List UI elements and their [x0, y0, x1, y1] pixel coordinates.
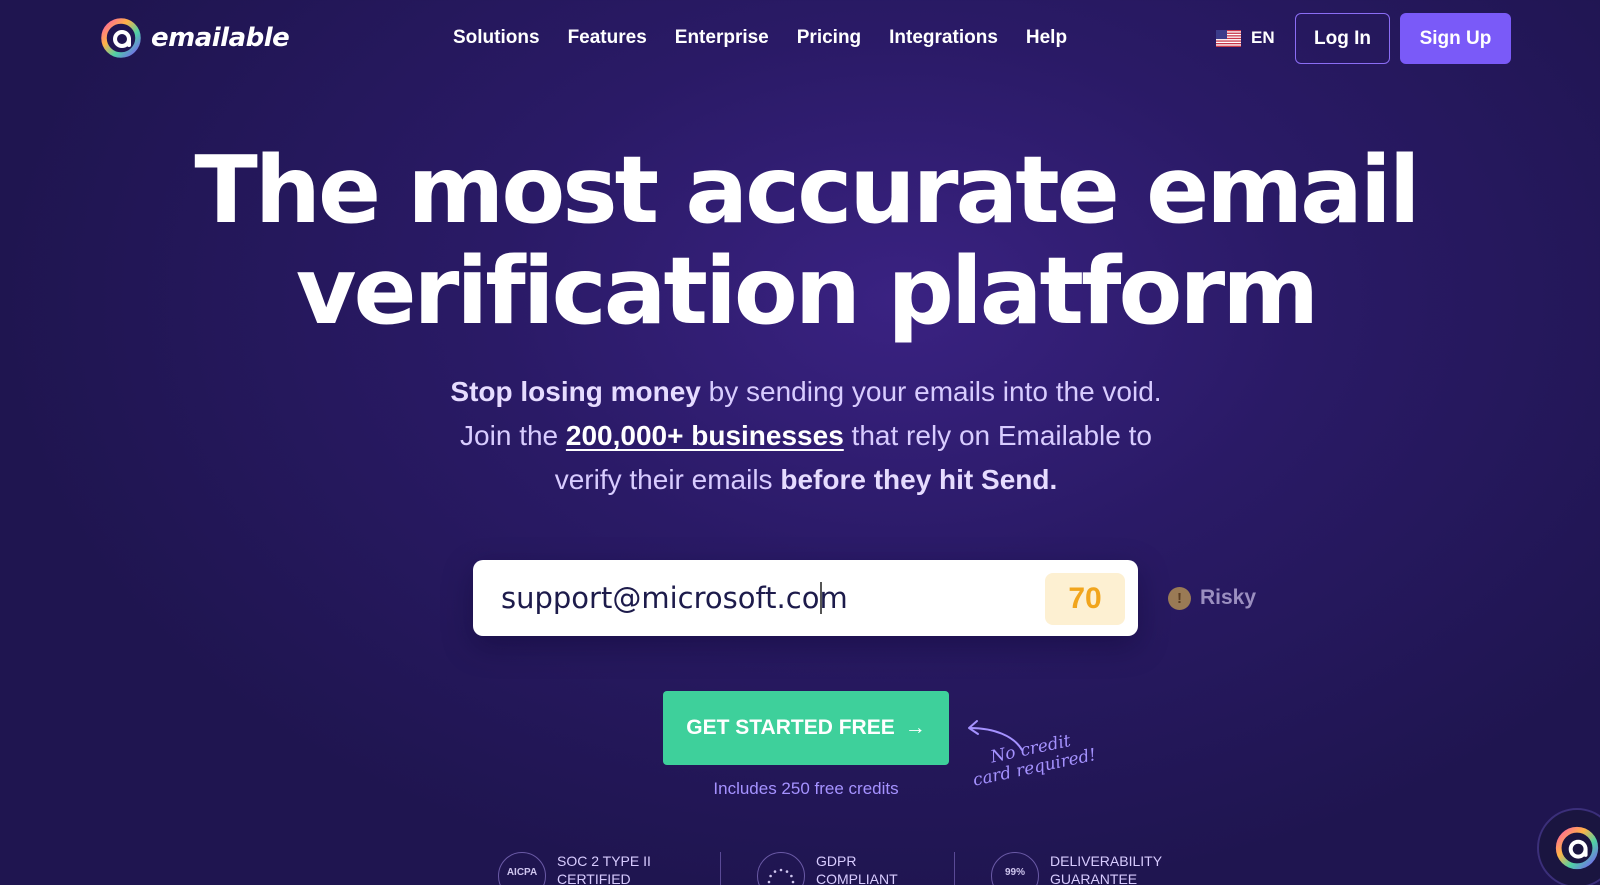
aicpa-icon: AICPA [498, 852, 546, 885]
brand-logo[interactable]: emailable [100, 17, 290, 59]
sub-emphasis-1: Stop losing money [450, 376, 701, 407]
businesses-link[interactable]: 200,000+ businesses [566, 420, 844, 451]
nav-integrations[interactable]: Integrations [889, 27, 998, 49]
eu-stars-graphic [767, 868, 795, 884]
warning-icon: ! [1168, 586, 1191, 610]
top-nav: emailable Solutions Features Enterprise … [0, 0, 1600, 78]
sub-emphasis-2: before they hit Send. [780, 464, 1058, 495]
badge-soc2: AICPA SOC 2 TYPE II CERTIFIED [498, 852, 720, 885]
email-input[interactable] [501, 578, 1001, 618]
badge-soc2-line2: CERTIFIED [557, 871, 631, 885]
badge-soc2-line1: SOC 2 TYPE II [557, 853, 651, 869]
free-credits-note: Includes 250 free credits [713, 779, 899, 798]
sub-text-4: verify their emails [554, 464, 781, 495]
sub-text-3: that rely on Emailable to [843, 420, 1152, 451]
verification-status: ! Risky [1168, 586, 1256, 610]
text-caret [820, 582, 822, 614]
status-label: Risky [1200, 586, 1257, 609]
us-flag-icon [1216, 29, 1241, 47]
percent-icon: 99% [991, 852, 1039, 885]
badge-soc2-text: SOC 2 TYPE II CERTIFIED [557, 852, 684, 885]
email-verifier-box [473, 560, 1138, 636]
badge-gdpr-line2: COMPLIANT [816, 871, 898, 885]
sub-text-2: Join the [460, 420, 566, 451]
hero-title: The most accurate email verification pla… [0, 140, 1600, 342]
nav-solutions[interactable]: Solutions [453, 27, 540, 49]
hero-title-line1: The most accurate email [194, 136, 1420, 244]
language-code: EN [1251, 28, 1275, 47]
cta-label: GET STARTED FREE [686, 716, 895, 739]
arrow-right-icon: → [904, 716, 926, 739]
badge-deliverability-text: DELIVERABILITY GUARANTEE [1050, 852, 1162, 885]
nav-help[interactable]: Help [1026, 27, 1067, 49]
main-menu: Solutions Features Enterprise Pricing In… [453, 27, 1067, 49]
nav-features[interactable]: Features [568, 27, 647, 49]
verification-score: 70 [1045, 573, 1125, 625]
eu-stars-icon [757, 852, 805, 885]
trust-badges: AICPA SOC 2 TYPE II CERTIFIED GDPR COMPL… [498, 852, 1198, 885]
login-button[interactable]: Log In [1295, 13, 1390, 64]
chat-launcher-button[interactable] [1537, 808, 1600, 885]
hero-subtitle: Stop losing money by sending your emails… [0, 370, 1600, 502]
nav-enterprise[interactable]: Enterprise [675, 27, 769, 49]
nav-pricing[interactable]: Pricing [797, 27, 861, 49]
signup-button[interactable]: Sign Up [1400, 13, 1511, 64]
get-started-button[interactable]: GET STARTED FREE → [663, 691, 949, 765]
badge-gdpr: GDPR COMPLIANT [720, 852, 954, 885]
logo-icon [101, 18, 141, 58]
sub-text-1: by sending your emails into the void. [700, 376, 1162, 407]
badge-deliverability-line1: DELIVERABILITY [1050, 853, 1163, 869]
badge-gdpr-line1: GDPR [816, 853, 857, 869]
badge-deliverability: 99% DELIVERABILITY GUARANTEE [954, 852, 1198, 885]
language-selector[interactable]: EN [1216, 28, 1275, 48]
hero-title-line2: verification platform [295, 237, 1319, 345]
badge-gdpr-text: GDPR COMPLIANT [816, 852, 918, 885]
badge-deliverability-line2: GUARANTEE [1050, 871, 1138, 885]
brand-name: emailable [151, 23, 290, 53]
chat-logo-icon [1555, 826, 1599, 870]
